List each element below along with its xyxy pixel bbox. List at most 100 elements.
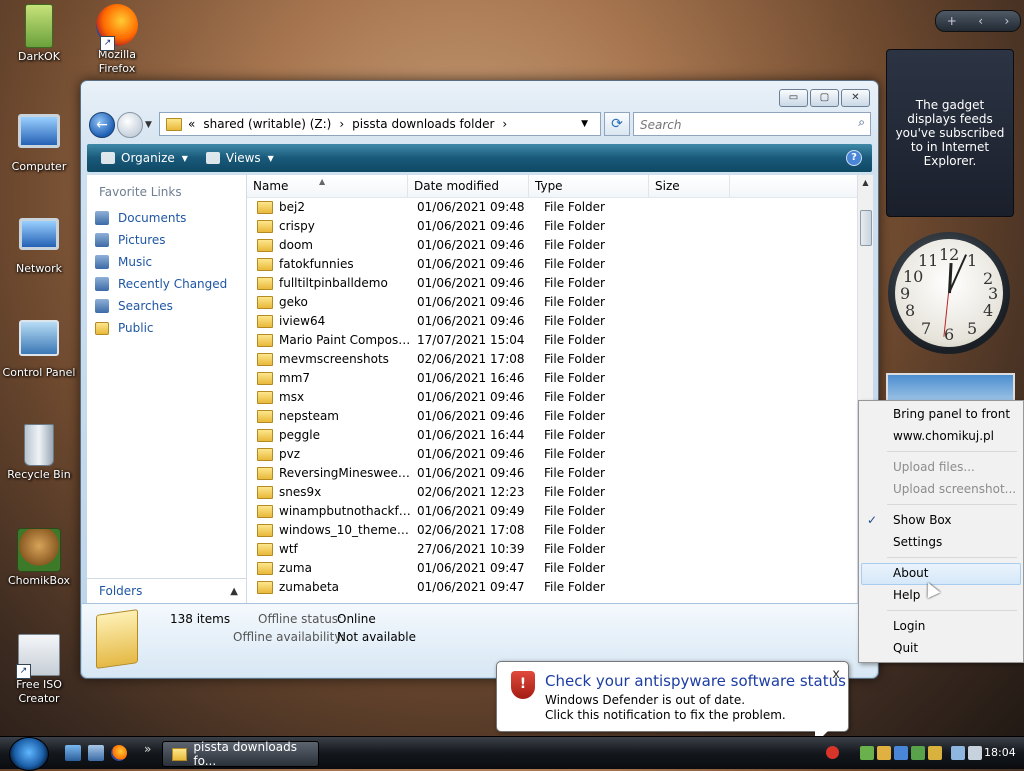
taskbar-button-explorer[interactable]: pissta downloads fo... [162,740,319,768]
desktop-icon-control-panel[interactable]: Control Panel [0,320,78,380]
desktop-icon-darkok[interactable]: DarkOK [0,4,78,64]
back-button[interactable]: ← [89,112,115,138]
file-row[interactable]: bej2 01/06/2021 09:48 File Folder [247,198,857,217]
desktop-icon-computer[interactable]: Computer [0,112,78,174]
documents-icon [95,211,109,225]
address-dropdown-icon[interactable]: ▼ [581,119,588,129]
file-name-cell: zumabeta [247,578,411,597]
close-button[interactable]: ✕ [841,89,870,107]
breadcrumb-separator[interactable]: › [339,117,344,131]
menu-item-settings[interactable]: Settings [893,535,942,549]
search-input[interactable] [638,115,842,135]
notification-close-button[interactable]: x [832,667,840,682]
file-row[interactable]: doom 01/06/2021 09:46 File Folder [247,236,857,255]
nav-link-pictures[interactable]: Pictures [87,229,246,251]
tray-user-icon[interactable] [860,746,874,760]
file-row[interactable]: mm7 01/06/2021 16:46 File Folder [247,369,857,388]
menu-item-show-box[interactable]: Show Box [893,513,952,527]
antispyware-notification[interactable]: ! Check your antispyware software status… [496,661,849,744]
file-row[interactable]: fatokfunnies 01/06/2021 09:46 File Folder [247,255,857,274]
file-row[interactable]: msx 01/06/2021 09:46 File Folder [247,388,857,407]
tray-security-icon[interactable] [928,746,942,760]
file-date-cell: 01/06/2021 09:47 [417,561,525,575]
file-row[interactable]: Mario Paint Composer... 17/07/2021 15:04 F… [247,331,857,350]
maximize-button[interactable]: ▢ [810,89,839,107]
views-button[interactable]: Views ▼ [202,149,278,167]
file-row[interactable]: windows_10_theme_fo... 02/06/2021 17:08 Fi… [247,521,857,540]
file-row[interactable]: peggle 01/06/2021 16:44 File Folder [247,426,857,445]
breadcrumb-drive[interactable]: shared (writable) (Z:) [203,117,331,131]
file-row[interactable]: winampbutnothackfuc... 01/06/2021 09:49 Fi… [247,502,857,521]
file-row[interactable]: mevmscreenshots 02/06/2021 17:08 File Fold… [247,350,857,369]
file-row[interactable]: ReversingMinesweeper... 01/06/2021 09:46 F… [247,464,857,483]
help-icon[interactable]: ? [846,150,862,166]
menu-item-login[interactable]: Login [893,619,925,633]
file-row[interactable]: zuma 01/06/2021 09:47 File Folder [247,559,857,578]
column-header-size[interactable]: Size [649,175,730,197]
nav-link-recently-changed[interactable]: Recently Changed [87,273,246,295]
tray-defender-warning-icon[interactable] [826,746,839,759]
file-row[interactable]: pvz 01/06/2021 09:46 File Folder [247,445,857,464]
file-row[interactable]: crispy 01/06/2021 09:46 File Folder [247,217,857,236]
menu-item-upload-screenshot[interactable]: Upload screenshot... [893,482,1016,496]
column-header-name[interactable]: Name ▲ [247,175,408,197]
file-row[interactable]: fulltiltpinballdemo 01/06/2021 09:46 File … [247,274,857,293]
file-row[interactable]: zumabeta 01/06/2021 09:47 File Folder [247,578,857,597]
feed-headlines-gadget[interactable]: The gadget displays feeds you've subscri… [886,49,1014,217]
switch-windows-icon[interactable] [88,745,104,761]
next-page-button[interactable]: › [1004,14,1009,28]
menu-item-about[interactable]: About [893,566,928,580]
file-row[interactable]: wtf 27/06/2021 10:39 File Folder [247,540,857,559]
menu-item-bring-panel-to-front[interactable]: Bring panel to front [893,407,1010,421]
column-header-type[interactable]: Type [529,175,649,197]
breadcrumb-separator[interactable]: › [502,117,507,131]
menu-item-quit[interactable]: Quit [893,641,918,655]
desktop-icon-firefox[interactable]: ↗ Mozilla Firefox [78,4,156,76]
tray-chomikbox-icon[interactable] [877,746,891,760]
desktop-icon-network[interactable]: Network [0,216,78,276]
scroll-up-arrow[interactable]: ▲ [858,175,873,190]
folders-toggle[interactable]: Folders ▲ [87,578,246,603]
tray-update-icon[interactable] [911,746,925,760]
desktop-icon-free-iso-creator[interactable]: ↗ Free ISO Creator [0,634,78,706]
quick-launch-overflow[interactable]: » [144,742,151,756]
clock-gadget[interactable]: 12 1 2 3 4 5 6 7 8 9 10 11 [888,232,1010,354]
nav-link-music[interactable]: Music [87,251,246,273]
breadcrumb-folder[interactable]: pissta downloads folder [352,117,494,131]
address-bar[interactable]: « shared (writable) (Z:) › pissta downlo… [159,112,601,136]
column-header-date-modified[interactable]: Date modified [408,175,529,197]
scroll-thumb[interactable] [860,210,872,246]
address-overflow[interactable]: « [188,117,195,131]
tray-display-icon[interactable] [951,746,965,760]
menu-item-upload-files[interactable]: Upload files... [893,460,975,474]
show-desktop-icon[interactable] [65,745,81,761]
tray-network-icon[interactable] [894,746,908,760]
folder-icon [257,296,273,309]
desktop-icon-recycle-bin[interactable]: Recycle Bin [0,424,78,482]
file-name-cell: zuma [247,559,411,578]
refresh-button[interactable]: ⟳ [604,112,630,136]
search-icon[interactable]: ⌕ [858,115,865,130]
menu-item-help[interactable]: Help [893,588,920,602]
start-button[interactable] [9,737,49,771]
nav-link-searches[interactable]: Searches [87,295,246,317]
minimize-button[interactable]: ▭ [779,89,808,107]
file-row[interactable]: snes9x 02/06/2021 12:23 File Folder [247,483,857,502]
previous-page-button[interactable]: ‹ [978,14,983,28]
file-row[interactable]: geko 01/06/2021 09:46 File Folder [247,293,857,312]
forward-button[interactable] [117,112,143,138]
firefox-icon[interactable] [111,745,127,761]
taskbar-clock[interactable]: 18:04 [984,746,1016,759]
clock-number: 8 [905,301,916,320]
add-gadget-button[interactable]: + [947,14,957,28]
nav-link-documents[interactable]: Documents [87,207,246,229]
organize-button[interactable]: Organize ▼ [97,149,192,167]
file-row[interactable]: iview64 01/06/2021 09:46 File Folder [247,312,857,331]
file-row[interactable]: nepsteam 01/06/2021 09:46 File Folder [247,407,857,426]
tray-volume-icon[interactable] [968,746,982,760]
desktop-icon-chomikbox[interactable]: ChomikBox [0,528,78,588]
file-date-cell: 01/06/2021 09:49 [417,504,525,518]
nav-link-public[interactable]: Public [87,317,246,339]
menu-item-chomikuj-website[interactable]: www.chomikuj.pl [893,429,994,443]
recent-pages-dropdown[interactable]: ▼ [145,120,152,130]
